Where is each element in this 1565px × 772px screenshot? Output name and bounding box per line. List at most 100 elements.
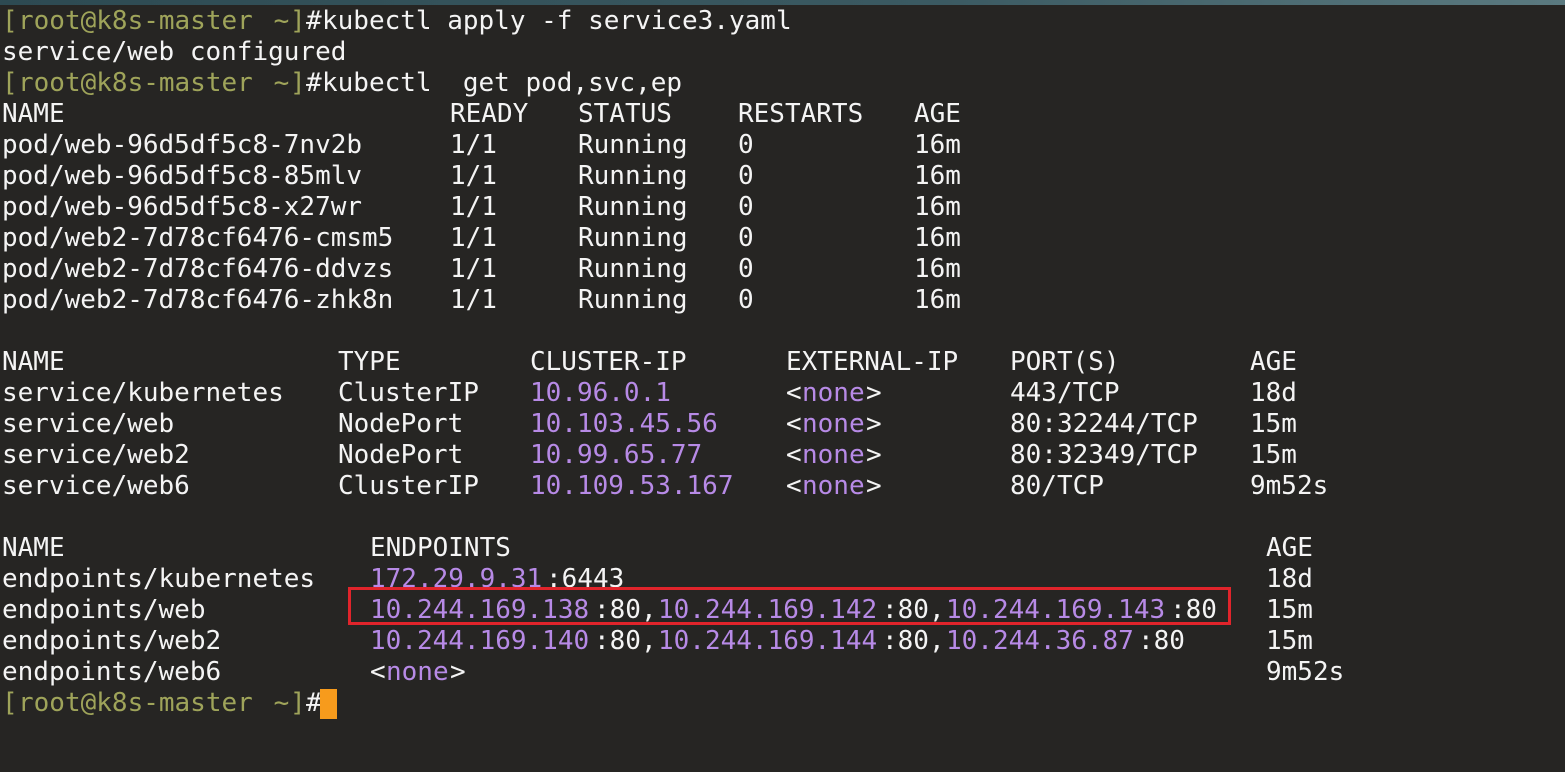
pod-ready: 1/1 [450, 285, 497, 315]
svc-col-type: TYPE [338, 347, 401, 377]
service-row: service/kubernetes ClusterIP 10.96.0.1 <… [2, 378, 1297, 409]
pod-row: pod/web2-7d78cf6476-ddvzs 1/1 Running 0 … [2, 254, 961, 285]
endpoint-row: endpoints/web2 10.244.169.140 :80, 10.24… [2, 626, 1313, 657]
pod-restarts: 0 [738, 223, 754, 253]
pods-col-status: STATUS [578, 99, 672, 129]
endpoint-age: 18d [1266, 564, 1313, 594]
pods-col-age: AGE [914, 99, 961, 129]
external-ip-open: < [786, 409, 802, 439]
pod-name: pod/web-96d5df5c8-85mlv [2, 161, 363, 191]
pod-ready: 1/1 [450, 130, 497, 160]
service-cluster-ip: 10.99.65.77 [530, 440, 703, 470]
ep-col-name: NAME [2, 533, 65, 563]
external-ip-open: < [786, 471, 802, 501]
service-name: service/web [2, 409, 175, 439]
endpoint-none-close: > [450, 657, 466, 687]
pod-row: pod/web2-7d78cf6476-cmsm5 1/1 Running 0 … [2, 223, 961, 254]
pod-name: pod/web2-7d78cf6476-ddvzs [2, 254, 394, 284]
pod-row: pod/web-96d5df5c8-7nv2b 1/1 Running 0 16… [2, 130, 961, 161]
pods-col-name: NAME [2, 99, 65, 129]
highlight-box [348, 587, 1231, 625]
pod-row: pod/web-96d5df5c8-85mlv 1/1 Running 0 16… [2, 161, 961, 192]
prompt-close-bracket: ] [290, 688, 306, 718]
endpoint-name: endpoints/kubernetes [2, 564, 316, 594]
ep-col-endpoints: ENDPOINTS [370, 533, 511, 563]
pod-name: pod/web-96d5df5c8-7nv2b [2, 130, 363, 160]
command-line-1: [ root@k8s-master ~ ] # kubectl apply -f… [2, 6, 792, 37]
pod-age: 16m [914, 192, 961, 222]
prompt-user-host: root@k8s-master [18, 6, 253, 36]
svc-col-ports: PORT(S) [1010, 347, 1120, 377]
endpoint-none-open: < [370, 657, 386, 687]
pod-ready: 1/1 [450, 223, 497, 253]
endpoint-port: :80 [1138, 626, 1185, 656]
external-ip-open: < [786, 378, 802, 408]
svc-col-age: AGE [1250, 347, 1297, 377]
svc-col-cluster-ip: CLUSTER-IP [530, 347, 687, 377]
prompt-open-bracket: [ [2, 688, 18, 718]
terminal-window[interactable]: [ root@k8s-master ~ ] # kubectl apply -f… [0, 0, 1565, 772]
terminal-cursor[interactable] [320, 689, 337, 719]
ep-col-age: AGE [1266, 533, 1313, 563]
service-name: service/kubernetes [2, 378, 284, 408]
endpoint-row: endpoints/kubernetes 172.29.9.31 :6443 1… [2, 564, 1313, 595]
endpoint-ip: 10.244.36.87 [946, 626, 1134, 656]
pod-age: 16m [914, 130, 961, 160]
pod-status: Running [578, 192, 688, 222]
endpoint-name: endpoints/web2 [2, 626, 222, 656]
pod-row: pod/web-96d5df5c8-x27wr 1/1 Running 0 16… [2, 192, 961, 223]
endpoint-name: endpoints/web [2, 595, 206, 625]
pod-age: 16m [914, 254, 961, 284]
endpoint-port: :80, [882, 626, 945, 656]
services-header-row: NAME TYPE CLUSTER-IP EXTERNAL-IP PORT(S)… [2, 347, 1297, 378]
svc-col-name: NAME [2, 347, 65, 377]
pod-name: pod/web-96d5df5c8-x27wr [2, 192, 363, 222]
prompt-close-bracket: ] [290, 6, 306, 36]
service-age: 9m52s [1250, 471, 1329, 501]
endpoint-ip: 10.244.169.140 [370, 626, 590, 656]
service-name: service/web2 [2, 440, 190, 470]
external-ip-open: < [786, 440, 802, 470]
service-ports: 443/TCP [1010, 378, 1120, 408]
pod-status: Running [578, 223, 688, 253]
external-ip-close: > [866, 378, 882, 408]
pod-name: pod/web2-7d78cf6476-zhk8n [2, 285, 394, 315]
service-ports: 80:32349/TCP [1010, 440, 1198, 470]
service-ports: 80/TCP [1010, 471, 1104, 501]
pod-age: 16m [914, 223, 961, 253]
pod-status: Running [578, 285, 688, 315]
service-name: service/web6 [2, 471, 190, 501]
service-age: 15m [1250, 440, 1297, 470]
prompt-hash: # [306, 6, 322, 36]
service-cluster-ip: 10.109.53.167 [530, 471, 734, 501]
endpoints-header-row: NAME ENDPOINTS AGE [2, 533, 1313, 564]
prompt-user-host: root@k8s-master [18, 68, 253, 98]
service-type: NodePort [338, 409, 464, 439]
pod-restarts: 0 [738, 285, 754, 315]
command-line-3: [ root@k8s-master ~ ] # [2, 688, 322, 719]
pod-restarts: 0 [738, 254, 754, 284]
prompt-hash: # [306, 68, 322, 98]
external-ip-none: none [802, 409, 865, 439]
service-age: 15m [1250, 409, 1297, 439]
svc-col-external-ip: EXTERNAL-IP [786, 347, 959, 377]
endpoint-ip: 10.244.169.144 [658, 626, 878, 656]
external-ip-none: none [802, 471, 865, 501]
pods-col-ready: READY [450, 99, 529, 129]
prompt-path: ~ [258, 68, 290, 98]
command-text: kubectl get pod,svc,ep [322, 68, 683, 98]
endpoint-age: 15m [1266, 595, 1313, 625]
endpoint-row: endpoints/web6 < none > 9m52s [2, 657, 1344, 688]
pod-ready: 1/1 [450, 192, 497, 222]
prompt-path: ~ [258, 688, 290, 718]
external-ip-close: > [866, 409, 882, 439]
service-cluster-ip: 10.96.0.1 [530, 378, 671, 408]
endpoint-row: endpoints/web 10.244.169.138 :80, 10.244… [2, 595, 1313, 626]
window-top-edge [0, 0, 1565, 5]
pod-restarts: 0 [738, 130, 754, 160]
pod-restarts: 0 [738, 161, 754, 191]
external-ip-close: > [866, 471, 882, 501]
service-type: ClusterIP [338, 471, 479, 501]
output-text: service/web configured [2, 37, 347, 67]
pods-col-restarts: RESTARTS [738, 99, 864, 129]
